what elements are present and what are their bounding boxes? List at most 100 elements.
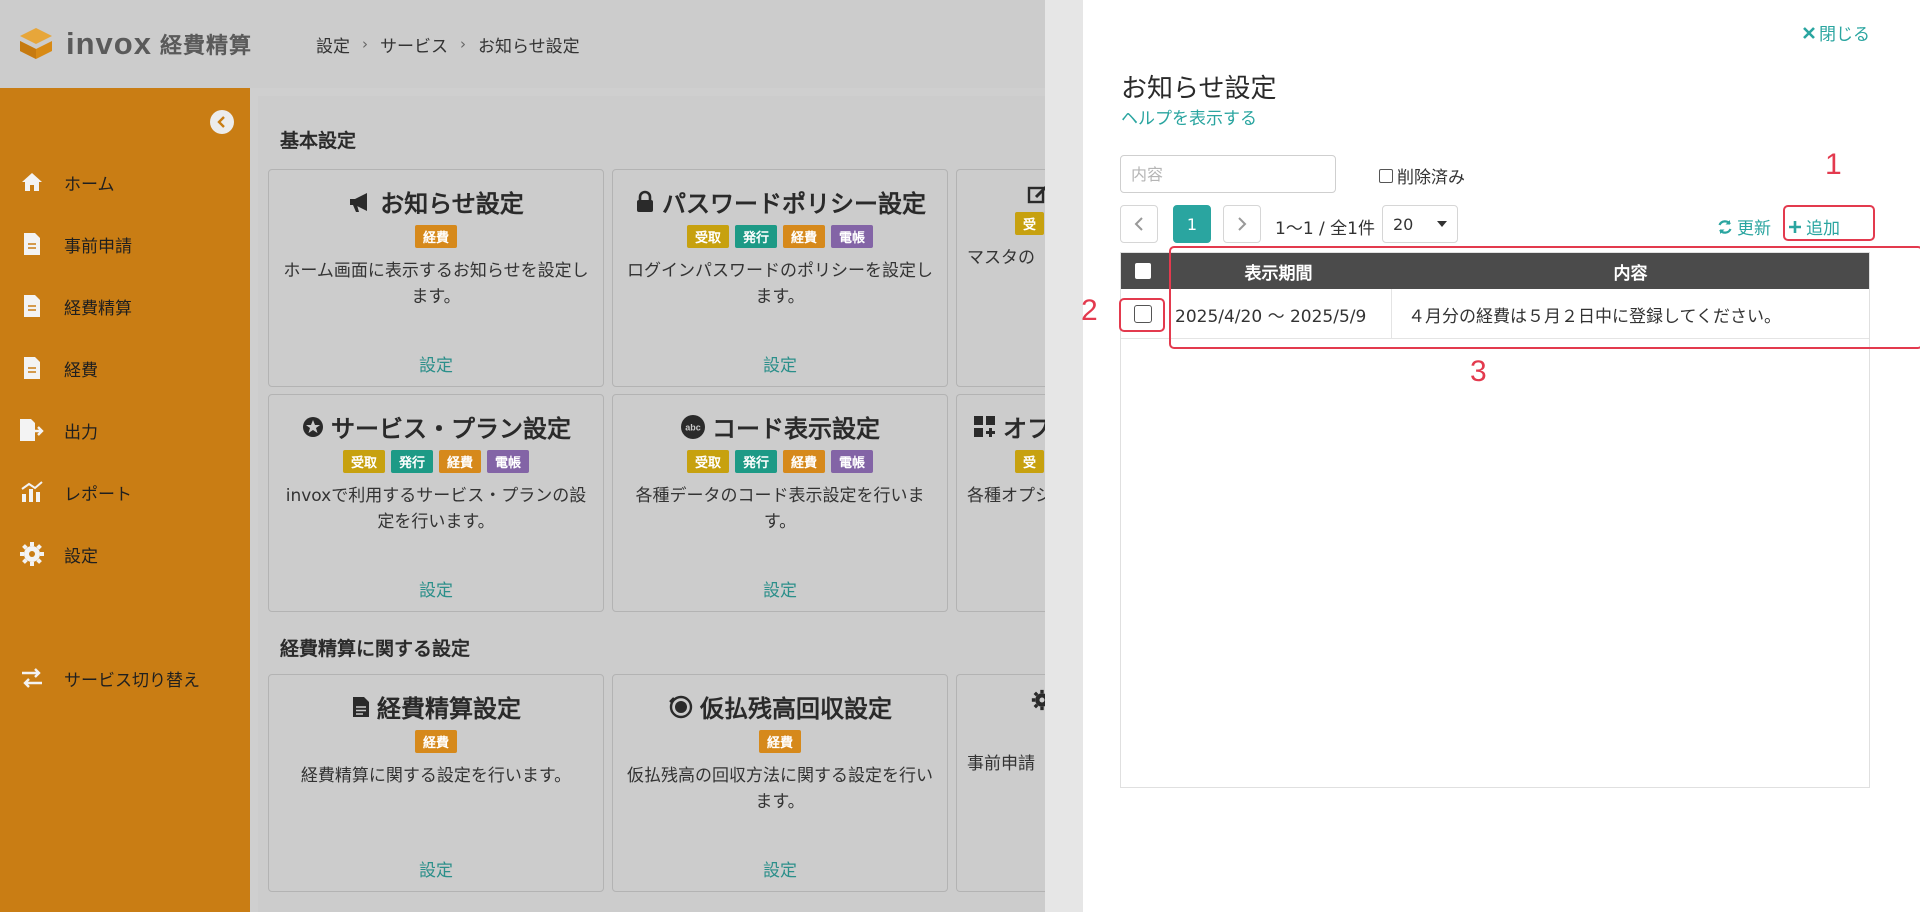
badge-issue: 発行 [734,225,777,248]
card-pre-application-partial[interactable]: 事前申請 [956,674,1058,892]
card-notice-settings[interactable]: お知らせ設定 経費 ホーム画面に表示するお知らせを設定します。 設定 [268,169,604,387]
annotation-number-3: 3 [1470,355,1487,388]
logo-mark-icon [16,24,56,64]
card-title: お知らせ設定 [269,184,603,219]
card-description: 各種オプシ [967,486,1052,506]
breadcrumb-item-settings[interactable]: 設定 [316,32,350,57]
annotation-number-1: 1 [1825,148,1842,181]
service-badges: 経費 [613,730,947,753]
export-icon [18,416,46,444]
next-page-button[interactable] [1223,205,1261,243]
search-input[interactable] [1120,155,1336,193]
chevron-left-icon [1134,217,1143,231]
service-badges: 受取 発行 経費 電帳 [269,450,603,473]
breadcrumb-item-service[interactable]: サービス [380,32,448,57]
panel-title: お知らせ設定 [1121,74,1277,104]
logo[interactable]: invox 経費精算 [16,24,252,64]
help-link[interactable]: ヘルプを表示する [1121,104,1257,129]
refresh-button[interactable]: 更新 [1717,214,1771,239]
badge-receive: 受 [1015,450,1045,473]
card-title: サービス・プラン設定 [269,409,603,444]
close-icon [1803,26,1815,39]
card-code-display[interactable]: abc コード表示設定 受取 発行 経費 電帳 各種データのコード表示設定を行い… [612,394,948,612]
panel-gutter [1045,0,1083,912]
badge-e-book: 電帳 [831,225,874,248]
card-description: 事前申請 [967,754,1035,774]
badge-expense: 経費 [414,225,457,248]
badge-receive: 受 [1015,212,1045,235]
card-settings-link[interactable]: 設定 [269,576,603,601]
card-advance-recovery[interactable]: 仮払残高回収設定 経費 仮払残高の回収方法に関する設定を行います。 設定 [612,674,948,892]
card-description: invoxで利用するサービス・プランの設定を行います。 [285,486,587,532]
deleted-checkbox[interactable] [1379,168,1393,183]
switch-arrows-icon [18,664,46,692]
service-badges: 受 [957,450,1058,473]
card-option-partial[interactable]: オフ 受 各種オプシ [956,394,1058,612]
sidebar-item-label: レポート [64,484,132,505]
per-page-select[interactable]: 20 [1382,205,1458,243]
page-button-current[interactable]: 1 [1173,205,1211,243]
select-all-checkbox[interactable] [1135,263,1151,279]
document-icon [353,696,369,717]
card-title: パスワードポリシー設定 [613,184,947,219]
document-icon [18,230,46,258]
sidebar-item-pre-application[interactable]: 事前申請 [18,224,238,264]
page-info: 1〜1 / 全1件 [1275,219,1375,239]
card-description: マスタの [967,248,1035,268]
close-button[interactable]: 閉じる [1803,20,1870,45]
card-settings-link[interactable]: 設定 [613,576,947,601]
chevron-right-icon: › [459,35,466,53]
abc-icon: abc [681,414,705,439]
card-title: abc コード表示設定 [613,409,947,444]
svg-text:abc: abc [685,422,701,432]
badge-e-book: 電帳 [831,450,874,473]
prev-page-button[interactable] [1120,205,1158,243]
card-settings-link[interactable]: 設定 [269,351,603,376]
sidebar-item-expense[interactable]: 経費 [18,348,238,388]
deleted-filter[interactable]: 削除済み [1379,163,1465,188]
switch-service-button[interactable]: サービス切り替え [18,658,238,698]
gear-icon [18,540,46,568]
card-expense-settings[interactable]: 経費精算設定 経費 経費精算に関する設定を行います。 設定 [268,674,604,892]
sidebar-item-report[interactable]: レポート [18,472,238,512]
sidebar-item-home[interactable]: ホーム [18,162,238,202]
card-password-policy[interactable]: パスワードポリシー設定 受取 発行 経費 電帳 ログインパスワードのポリシーを設… [612,169,948,387]
breadcrumb-item-current: お知らせ設定 [477,36,580,57]
sidebar-item-expense-report[interactable]: 経費精算 [18,286,238,326]
megaphone-icon [350,192,368,212]
grid-plus-icon [974,415,995,437]
card-service-plan[interactable]: サービス・プラン設定 受取 発行 経費 電帳 invoxで利用するサービス・プラ… [268,394,604,612]
logo-text: invox [66,26,152,61]
card-title [957,184,1058,206]
sidebar-item-label: ホーム [64,174,115,195]
sidebar-item-settings[interactable]: 設定 [18,534,238,574]
card-title: 経費精算設定 [269,689,603,724]
card-title: オフ [957,409,1058,444]
card-title: 仮払残高回収設定 [613,689,947,724]
card-description: 各種データのコード表示設定を行います。 [635,486,925,532]
service-badges: 受取 発行 経費 電帳 [613,225,947,248]
card-title [957,689,1058,711]
sidebar-item-label: 設定 [64,546,98,567]
refresh-icon [1718,219,1732,234]
notice-settings-panel: 閉じる お知らせ設定 ヘルプを表示する 削除済み 1 1〜1 / 全1件 20 … [1045,0,1920,912]
per-page-value: 20 [1393,214,1414,234]
annotation-box-row [1169,246,1920,349]
collapse-sidebar-button[interactable] [210,110,234,134]
card-settings-link[interactable]: 設定 [613,856,947,881]
badge-e-book: 電帳 [487,450,530,473]
badge-receive: 受取 [686,450,729,473]
home-icon [18,168,46,196]
card-settings-link[interactable]: 設定 [269,856,603,881]
service-badges: 経費 [269,730,603,753]
sidebar-item-label: 経費精算 [64,298,132,319]
sidebar-item-output[interactable]: 出力 [18,410,238,450]
badge-issue: 発行 [734,450,777,473]
badge-receive: 受取 [686,225,729,248]
badge-expense: 経費 [783,450,826,473]
card-master-partial[interactable]: 受 マスタの [956,169,1058,387]
sidebar-item-label: 事前申請 [64,236,132,257]
card-settings-link[interactable]: 設定 [613,351,947,376]
lock-icon [637,190,653,212]
badge-issue: 発行 [390,450,433,473]
